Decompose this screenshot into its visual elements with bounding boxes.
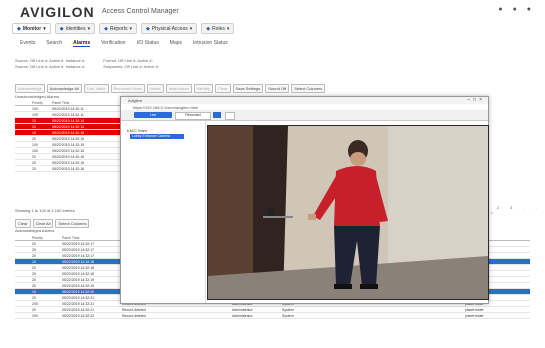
- showing-entries: Showing 1 to 100 of 1,150 entries: [15, 208, 75, 213]
- camera-icon[interactable]: [213, 112, 221, 118]
- source-cell: System: [281, 312, 326, 319]
- tree-camera-item[interactable]: Lobby Entrance Camera: [130, 134, 184, 139]
- tab-verification[interactable]: Verification: [101, 40, 125, 47]
- save-settings-button[interactable]: Save Settings: [232, 84, 264, 93]
- tab-io-status[interactable]: I/O Status: [137, 40, 159, 47]
- nav-roles[interactable]: ◆ Roles ▾: [201, 23, 235, 34]
- clear-selection-button[interactable]: Clear: [15, 219, 31, 228]
- nav-physical-access[interactable]: ◆ Physical Access ▾: [140, 23, 198, 34]
- panel-time-cell: 05/22/2019 14:32:16: [51, 165, 96, 172]
- panel-time-cell: 05/22/2019 14:32:22: [61, 312, 121, 319]
- monitor-tabs: Events Search Alarms Verification I/O St…: [20, 40, 228, 47]
- recorded-button[interactable]: Recorded: [175, 112, 211, 120]
- clear-button[interactable]: Clear: [214, 84, 231, 93]
- reports-icon: ◆: [104, 25, 108, 32]
- priority-cell: 200: [31, 312, 61, 319]
- live-button[interactable]: Live: [134, 112, 172, 118]
- message-cell: Record deleted: [121, 312, 176, 319]
- ack-section-title: Acknowledged Alarms: [15, 228, 55, 233]
- location-cell: [176, 312, 231, 319]
- video-feed[interactable]: [207, 125, 489, 300]
- tab-alarms[interactable]: Alarms: [73, 40, 91, 47]
- recorded-video-button[interactable]: Recorded Video: [110, 84, 146, 93]
- live-video-button[interactable]: Live Video: [83, 84, 109, 93]
- notes-button[interactable]: Notes: [147, 84, 164, 93]
- main-nav: ◆ Monitor ▾ ◆ Identities ▾ ◆ Reports ▾ ◆ Phy…: [12, 23, 531, 34]
- row-checkbox[interactable]: [15, 312, 31, 319]
- priority-cell: 20: [31, 165, 51, 172]
- status-filters: Source: Off Line #: Active #: Instance #…: [15, 58, 159, 69]
- nav-reports[interactable]: ◆ Reports ▾: [99, 23, 137, 34]
- close-icon[interactable]: ×: [479, 97, 485, 103]
- logout-icon[interactable]: ●: [527, 6, 535, 13]
- tab-search[interactable]: Search: [46, 40, 62, 47]
- acknowledge-button[interactable]: Acknowledge: [15, 84, 45, 93]
- alarm-action-bar: Acknowledge Acknowledge All Live Video R…: [15, 84, 326, 93]
- select-columns-button-2[interactable]: Select Columns: [55, 219, 90, 228]
- video-frame-image: [208, 126, 488, 299]
- acknowledge-all-button[interactable]: Acknowledge All: [46, 84, 82, 93]
- instructions-button[interactable]: Instructions: [165, 84, 193, 93]
- spacer-cell: [326, 312, 464, 319]
- popup-toolbar: Live Recorded: [121, 110, 488, 121]
- table-button-group: Clear Clear All Select Columns: [15, 219, 90, 228]
- row-checkbox[interactable]: [15, 165, 31, 172]
- logo: AVIGILON: [20, 4, 95, 20]
- tab-maps[interactable]: Maps: [170, 40, 182, 47]
- video-popup-window[interactable]: Avigilon –□× https://192.168.0.1/acm/avi…: [120, 96, 489, 304]
- sound-off-button[interactable]: Sound Off: [265, 84, 290, 93]
- tab-intrusion-status[interactable]: Intrusion Status: [193, 40, 228, 47]
- operator-cell: Administrator: [231, 312, 281, 319]
- monitor-icon: ◆: [17, 25, 21, 32]
- identities-icon: ◆: [59, 25, 64, 32]
- select-columns-button[interactable]: Select Columns: [291, 84, 326, 93]
- header-icons: ● ● ●: [498, 6, 535, 13]
- app-header: AVIGILON Access Control Manager ● ● ●: [0, 0, 545, 20]
- door-icon: ◆: [145, 25, 150, 32]
- table-row[interactable]: 200 05/22/2019 14:32:22 Record deleted Admi…: [15, 312, 530, 319]
- app-title: Access Control Manager: [102, 8, 179, 15]
- nav-identities[interactable]: ◆ Identities ▾: [54, 23, 96, 34]
- tab-events[interactable]: Events: [20, 40, 35, 47]
- nav-monitor[interactable]: ◆ Monitor ▾: [12, 23, 51, 34]
- user-icon[interactable]: ●: [513, 6, 521, 13]
- camera-tree: ▾ ACC Video Lobby Entrance Camera: [121, 121, 206, 303]
- roles-icon: ◆: [206, 25, 211, 32]
- window-controls: –□×: [467, 97, 485, 103]
- unack-section-title: Unacknowledged Alarms: [15, 94, 60, 99]
- messages-cell: placeHolder: [464, 312, 530, 319]
- settings-icon[interactable]: ●: [498, 6, 506, 13]
- clear-all-button[interactable]: Clear All: [32, 219, 54, 228]
- popup-title: Avigilon: [128, 98, 142, 103]
- snapshot-icon[interactable]: [225, 112, 235, 120]
- identity-button[interactable]: Identity: [194, 84, 213, 93]
- tree-root[interactable]: ▾ ACC Video: [127, 129, 147, 133]
